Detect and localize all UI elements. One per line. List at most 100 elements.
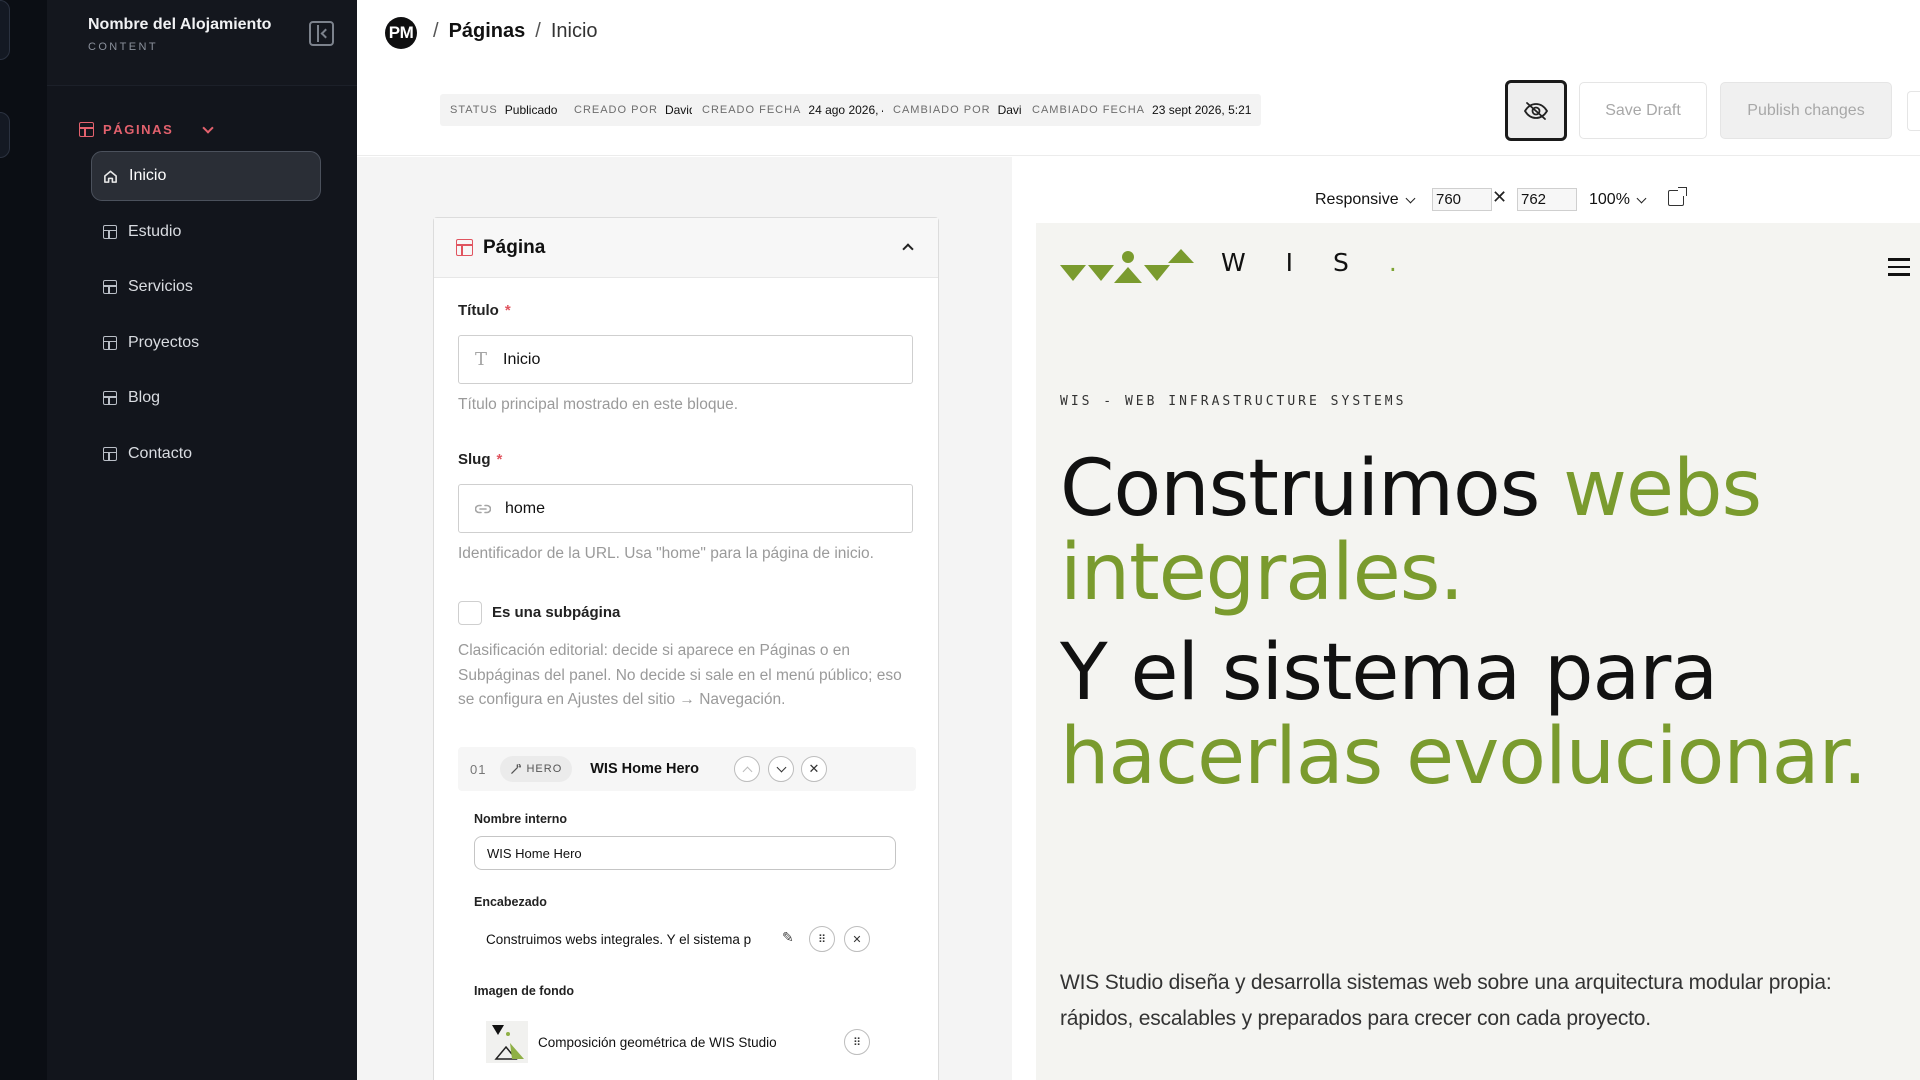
sidebar-item-proyectos[interactable]: Proyectos <box>91 318 321 368</box>
sidebar-item-label: Contacto <box>128 444 193 462</box>
layout-icon <box>103 224 117 239</box>
sidebar-item-inicio[interactable]: Inicio <box>91 151 321 201</box>
menu-icon[interactable] <box>1888 258 1910 281</box>
clear-encabezado-button[interactable]: ✕ <box>844 926 870 952</box>
wis-logo-icon <box>1060 249 1194 283</box>
site-name: Nombre del Alojamiento <box>88 16 272 33</box>
status-badge: Publicado <box>504 103 558 117</box>
sidebar-item-contacto[interactable]: Contacto <box>91 429 321 479</box>
layout-icon <box>103 335 117 350</box>
overflow-button[interactable] <box>1907 91 1920 131</box>
move-down-button[interactable] <box>768 756 794 782</box>
breadcrumb-paginas[interactable]: Páginas <box>449 20 526 43</box>
sidebar-item-label: Blog <box>128 389 161 406</box>
hero-heading: Construimos webs integrales. <box>1060 444 1762 618</box>
close-icon: ✕ <box>852 933 862 946</box>
imagen-row[interactable]: Composición geométrica de WIS Studio ⠿ <box>474 1017 904 1067</box>
link-icon <box>475 504 491 513</box>
move-up-button[interactable] <box>734 756 760 782</box>
home-icon <box>103 169 118 184</box>
hero-eyebrow: WIS - WEB INFRASTRUCTURE SYSTEMS <box>1060 394 1407 409</box>
block-number: 01 <box>470 761 487 777</box>
meta-cambiado-fecha: CAMBIADO FECHA 23 sept 2026, 5:21 <box>1022 94 1262 126</box>
sidebar-nav: Inicio Estudio Servicios Proyectos Blog … <box>91 151 321 484</box>
toggle-preview-button[interactable] <box>1505 80 1567 141</box>
chevron-down-icon <box>202 121 215 134</box>
chevron-down-icon <box>1405 193 1416 203</box>
sidebar-item-label: Estudio <box>128 222 182 240</box>
pencil-icon[interactable]: ✎ <box>782 929 794 946</box>
block-row-hero[interactable]: 01 HERO WIS Home Hero ✕ <box>458 747 916 791</box>
drag-handle-icon[interactable]: ⠿ <box>809 926 835 952</box>
subpage-checkbox[interactable] <box>458 601 482 625</box>
external-link-icon[interactable] <box>1668 187 1687 206</box>
collapse-sidebar-icon[interactable] <box>309 21 334 46</box>
layout-icon <box>103 391 117 405</box>
remove-block-button[interactable]: ✕ <box>801 756 827 782</box>
sidebar-item-label: Proyectos <box>128 333 200 351</box>
chevron-up-icon <box>742 766 752 776</box>
sidebar-item-label: Servicios <box>128 278 193 295</box>
brand-wordmark: W I S . <box>1221 248 1413 277</box>
card-header[interactable]: Página <box>434 218 938 278</box>
site-subtitle: CONTENT <box>88 41 158 53</box>
chevron-down-icon <box>1636 193 1647 203</box>
titulo-help: Título principal mostrado en este bloque… <box>458 396 739 413</box>
meta-creado-fecha: CREADO FECHA 24 ago 2026, 4:50 <box>692 94 916 126</box>
app-rail <box>0 0 47 1080</box>
subpage-help: Clasificación editorial: decide si apare… <box>458 642 902 708</box>
editor-pane: Página Título * T Inicio Título principal… <box>357 157 1012 1080</box>
titulo-input[interactable]: T Inicio <box>458 335 913 384</box>
top-bar: PM / Páginas / Inicio STATUS Publicado C… <box>357 0 1920 156</box>
titulo-label: Título * <box>458 302 511 319</box>
responsive-select[interactable]: Responsive <box>1315 191 1416 209</box>
chevron-up-icon[interactable] <box>902 243 914 255</box>
hero-lead: WIS Studio diseña y desarrolla sistemas … <box>1060 971 1832 1030</box>
rail-button-second[interactable] <box>0 112 10 158</box>
zoom-select[interactable]: 100% <box>1589 191 1647 209</box>
preview-toolbar: Responsive 760 ✕ 762 100% <box>1012 157 1920 223</box>
section-toggle-paginas[interactable]: PÁGINAS <box>79 121 215 137</box>
sidebar-item-blog[interactable]: Blog <box>91 373 321 423</box>
layout-icon <box>456 239 473 256</box>
drag-handle-icon[interactable]: ⠿ <box>844 1029 870 1055</box>
page-card: Página Título * T Inicio Título principal… <box>433 217 939 1080</box>
layout-icon <box>79 122 94 137</box>
sidebar-item-estudio[interactable]: Estudio <box>91 207 321 257</box>
sidebar: Nombre del Alojamiento CONTENT PÁGINAS I… <box>47 0 357 1080</box>
times-icon: ✕ <box>1492 187 1508 207</box>
avatar[interactable]: PM <box>385 17 417 49</box>
publish-button[interactable]: Publish changes <box>1720 82 1892 139</box>
breadcrumb: / Páginas / Inicio <box>433 20 598 43</box>
save-draft-button[interactable]: Save Draft <box>1579 82 1707 139</box>
site-preview: W I S . WIS - WEB INFRASTRUCTURE SYSTEMS… <box>1036 223 1920 1080</box>
sidebar-item-label: Inicio <box>129 167 167 184</box>
hero-subheading: Y el sistema para hacerlas evolucionar. <box>1060 628 1867 802</box>
magic-wand-icon <box>511 763 522 774</box>
layout-icon <box>103 446 117 461</box>
preview-height-input[interactable]: 762 <box>1517 188 1577 211</box>
card-title: Página <box>483 236 546 258</box>
block-type-badge: HERO <box>500 756 573 782</box>
text-type-icon: T <box>475 349 488 370</box>
section-label: PÁGINAS <box>103 122 174 137</box>
encabezado-label: Encabezado <box>474 895 547 909</box>
breadcrumb-current: Inicio <box>550 20 598 42</box>
sidebar-item-servicios[interactable]: Servicios <box>91 262 321 312</box>
sidebar-header: Nombre del Alojamiento CONTENT <box>47 0 357 86</box>
nombre-interno-label: Nombre interno <box>474 812 568 826</box>
nombre-interno-input[interactable]: WIS Home Hero <box>474 836 896 870</box>
eye-off-icon <box>1523 101 1549 120</box>
slug-label: Slug * <box>458 451 503 468</box>
imagen-value: Composición geométrica de WIS Studio <box>538 1034 777 1050</box>
chevron-down-icon <box>776 762 786 772</box>
subpage-label: Es una subpágina <box>492 604 621 621</box>
preview-width-input[interactable]: 760 <box>1432 188 1492 211</box>
slug-input[interactable]: home <box>458 484 913 533</box>
rail-button-top[interactable] <box>0 0 10 60</box>
slug-help: Identificador de la URL. Usa "home" para… <box>458 545 874 562</box>
image-thumbnail <box>486 1021 528 1063</box>
close-icon: ✕ <box>808 761 820 776</box>
encabezado-row[interactable]: Construimos webs integrales. Y el sistem… <box>474 922 904 956</box>
imagen-label: Imagen de fondo <box>474 984 574 998</box>
